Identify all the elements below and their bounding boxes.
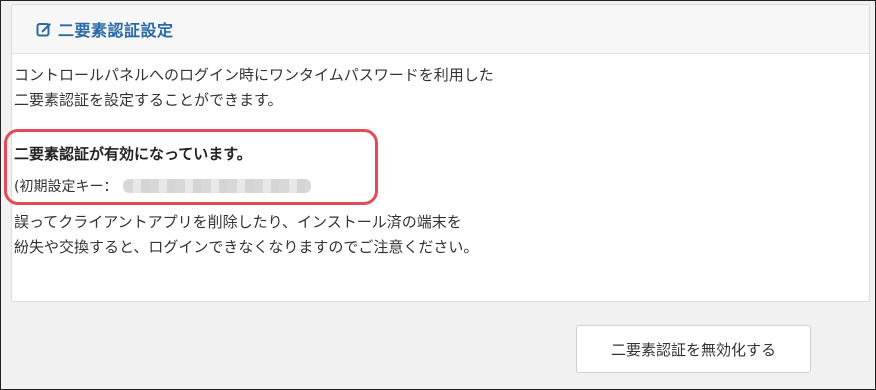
two-factor-status: 二要素認証が有効になっています。 xyxy=(14,145,252,163)
panel-title: 二要素認証設定 xyxy=(58,21,174,40)
key-label: (初期設定キー： xyxy=(14,179,118,195)
blurred-key-value xyxy=(123,179,312,193)
screenshot-frame: 二要素認証設定 コントロールパネルへのログイン時にワンタイムパスワードを利用した… xyxy=(0,0,876,390)
disable-two-factor-button[interactable]: 二要素認証を無効化する xyxy=(576,325,811,373)
warning-line-2: 紛失や交換すると、ログインできなくなりますのでご注意ください。 xyxy=(14,238,479,256)
intro-line-2: 二要素認証を設定することができます。 xyxy=(14,91,283,109)
warning-text: 誤ってクライアントアプリを削除したり、インストール済の端末を 紛失や交換すると、… xyxy=(14,210,478,260)
initial-setting-key: (初期設定キー： xyxy=(14,176,312,196)
panel-header: 二要素認証設定 xyxy=(12,5,869,54)
edit-icon xyxy=(36,21,52,37)
intro-text: コントロールパネルへのログイン時にワンタイムパスワードを利用した 二要素認証を設… xyxy=(14,63,494,113)
warning-line-1: 誤ってクライアントアプリを削除したり、インストール済の端末を xyxy=(14,213,462,231)
intro-line-1: コントロールパネルへのログイン時にワンタイムパスワードを利用した xyxy=(14,66,494,84)
